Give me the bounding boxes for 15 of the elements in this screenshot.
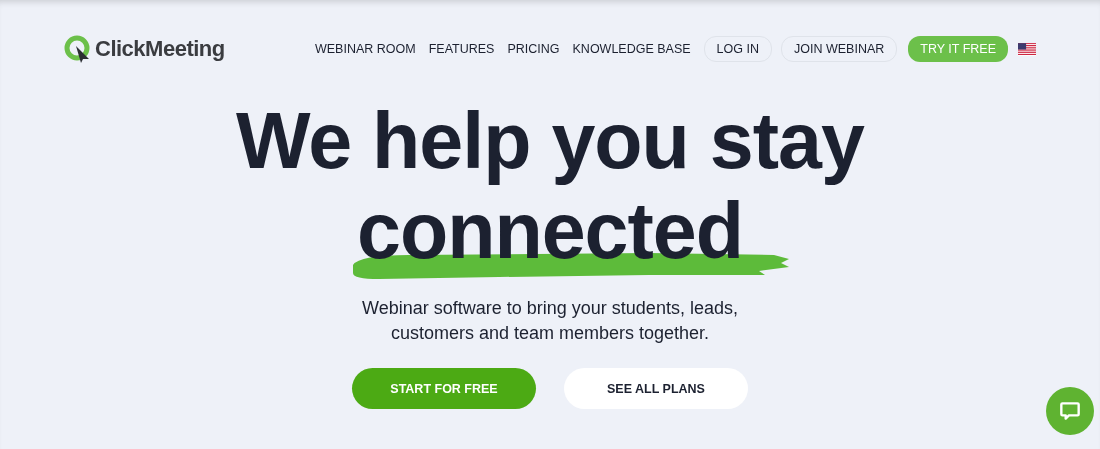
logo-icon[interactable] [64,35,92,63]
nav-link[interactable]: KNOWLEDGE BASE [572,42,691,56]
nav-link[interactable]: PRICING [507,42,560,56]
headline: connected [356,186,744,261]
nav-button[interactable]: LOG IN [703,36,772,62]
nav-button[interactable]: JOIN WEBINAR [781,36,898,62]
chat-button[interactable] [1046,387,1094,435]
subtitle: Webinar software to bring your students, leads, [362,297,738,321]
headline: We help you stay [236,96,864,187]
see-plans-button[interactable]: SEE ALL PLANS [564,368,748,410]
nav-link[interactable]: WEBINAR ROOM [314,42,416,56]
flag-icon[interactable] [1018,42,1036,56]
nav-link[interactable]: FEATURES [428,42,495,56]
subtitle: customers and team members together. [389,322,711,346]
logo-text[interactable]: ClickMeeting [95,36,225,62]
